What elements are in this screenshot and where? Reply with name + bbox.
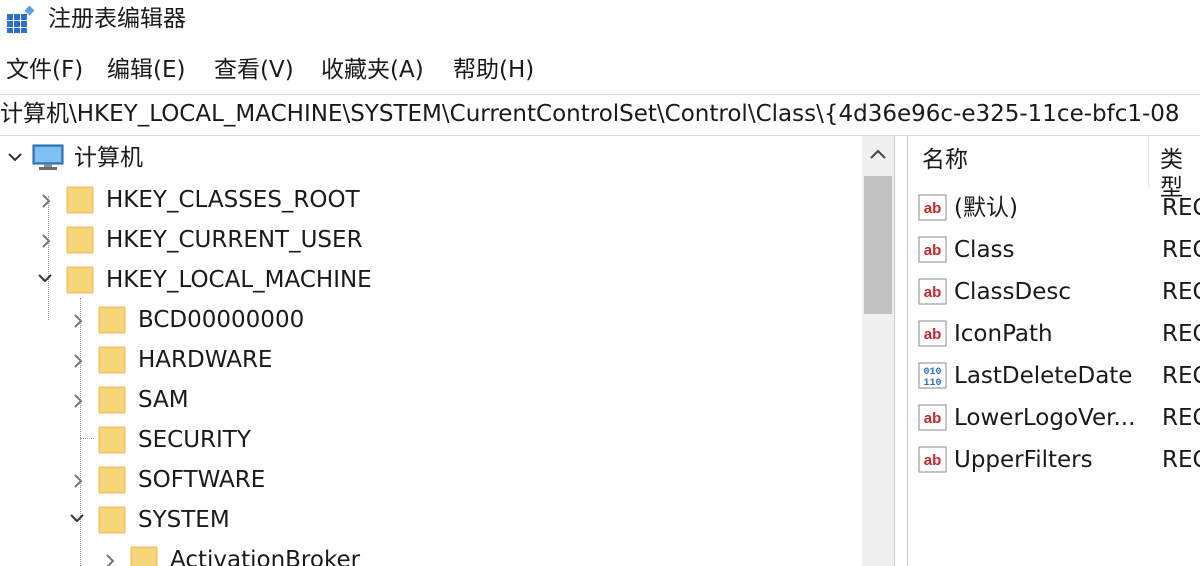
address-bar[interactable]: 计算机\HKEY_LOCAL_MACHINE\SYSTEM\CurrentCon…: [0, 94, 1200, 136]
chevron-right-icon[interactable]: [72, 354, 84, 368]
scroll-thumb[interactable]: [864, 176, 892, 314]
folder-icon: [130, 546, 158, 566]
menu-file[interactable]: 文件(F): [6, 56, 83, 84]
tree-label: HKEY_LOCAL_MACHINE: [106, 267, 372, 293]
string-value-icon: ab: [918, 278, 947, 305]
value-row[interactable]: ab ClassDesc REG: [908, 276, 1200, 316]
value-name: Class: [954, 237, 1015, 263]
chevron-down-icon[interactable]: [38, 272, 52, 284]
chevron-right-icon[interactable]: [72, 394, 84, 408]
menu-view[interactable]: 查看(V): [214, 56, 294, 84]
value-name: (默认): [954, 195, 1018, 221]
value-row[interactable]: ab (默认) REG: [908, 192, 1200, 232]
window-title: 注册表编辑器: [48, 6, 186, 32]
value-name: ClassDesc: [954, 279, 1071, 305]
tree-item-software[interactable]: SOFTWARE: [0, 460, 860, 500]
tree-item-system[interactable]: SYSTEM: [0, 500, 860, 540]
folder-icon: [98, 346, 126, 374]
value-type: REG: [1162, 279, 1200, 305]
svg-text:110: 110: [923, 378, 941, 389]
value-type: REG: [1162, 237, 1200, 263]
value-row[interactable]: ab LowerLogoVer... REG: [908, 402, 1200, 442]
value-row[interactable]: 010 110 LastDeleteDate REG: [908, 360, 1200, 400]
tree-item-hklm[interactable]: HKEY_LOCAL_MACHINE: [0, 260, 860, 300]
tree-root-computer[interactable]: 计算机: [0, 140, 860, 180]
folder-icon: [66, 186, 94, 214]
folder-icon: [98, 466, 126, 494]
tree-item-hkcr[interactable]: HKEY_CLASSES_ROOT: [0, 180, 860, 220]
tree-label: SYSTEM: [138, 507, 230, 533]
svg-text:ab: ab: [924, 284, 942, 301]
folder-icon: [98, 386, 126, 414]
tree-pane: 计算机 HKEY_CLASSES_ROOT HKEY_CURRENT_USER …: [0, 136, 862, 566]
chevron-up-icon: [870, 149, 886, 159]
svg-text:ab: ab: [924, 452, 942, 469]
computer-icon: [32, 144, 64, 170]
string-value-icon: ab: [918, 320, 947, 347]
value-type: REG: [1162, 195, 1200, 221]
scroll-up-button[interactable]: [862, 136, 894, 174]
value-name: LastDeleteDate: [954, 363, 1133, 389]
binary-value-icon: 010 110: [918, 362, 947, 389]
value-name: UpperFilters: [954, 447, 1093, 473]
tree-label: HARDWARE: [138, 347, 273, 373]
folder-icon: [98, 306, 126, 334]
tree-label: HKEY_CURRENT_USER: [106, 227, 363, 253]
tree-label: BCD00000000: [138, 307, 305, 333]
menu-edit[interactable]: 编辑(E): [107, 56, 185, 84]
folder-icon: [98, 506, 126, 534]
tree-item-sam[interactable]: SAM: [0, 380, 860, 420]
tree-scrollbar[interactable]: [862, 136, 894, 566]
menu-bar: 文件(F) 编辑(E) 查看(V) 收藏夹(A) 帮助(H): [0, 50, 1200, 90]
tree-item-hkcu[interactable]: HKEY_CURRENT_USER: [0, 220, 860, 260]
value-type: REG: [1162, 405, 1200, 431]
folder-icon: [98, 426, 126, 454]
chevron-right-icon[interactable]: [104, 554, 116, 566]
menu-favorites[interactable]: 收藏夹(A): [321, 56, 424, 84]
tree-label: SOFTWARE: [138, 467, 266, 493]
string-value-icon: ab: [918, 404, 947, 431]
tree-label: SAM: [138, 387, 189, 413]
chevron-down-icon[interactable]: [8, 151, 22, 163]
tree-label: HKEY_CLASSES_ROOT: [106, 187, 360, 213]
tree-item-bcd[interactable]: BCD00000000: [0, 300, 860, 340]
string-value-icon: ab: [918, 236, 947, 263]
address-path[interactable]: 计算机\HKEY_LOCAL_MACHINE\SYSTEM\CurrentCon…: [0, 99, 1180, 129]
folder-icon: [66, 226, 94, 254]
chevron-right-icon[interactable]: [72, 314, 84, 328]
tree-item-activationbroker[interactable]: ActivationBroker: [0, 540, 860, 566]
value-type: REG: [1162, 363, 1200, 389]
chevron-right-icon[interactable]: [40, 234, 52, 248]
folder-icon: [66, 266, 94, 294]
tree-item-hardware[interactable]: HARDWARE: [0, 340, 860, 380]
svg-text:010: 010: [923, 367, 941, 378]
tree-item-security[interactable]: SECURITY: [0, 420, 860, 460]
svg-text:ab: ab: [924, 326, 942, 343]
pane-splitter[interactable]: [894, 136, 908, 566]
chevron-right-icon[interactable]: [40, 194, 52, 208]
string-value-icon: ab: [918, 446, 947, 473]
tree-label: ActivationBroker: [170, 547, 361, 566]
tree-label: 计算机: [74, 145, 143, 171]
value-type: REG: [1162, 447, 1200, 473]
title-bar: 注册表编辑器: [0, 0, 1200, 40]
chevron-down-icon[interactable]: [70, 512, 84, 524]
chevron-right-icon[interactable]: [72, 474, 84, 488]
string-value-icon: ab: [918, 194, 947, 221]
values-list-pane: 名称 类型 ab (默认) REG ab Class REG ab ClassD…: [908, 136, 1200, 566]
regedit-app-icon: [7, 6, 35, 33]
value-name: LowerLogoVer...: [954, 405, 1136, 431]
value-type: REG: [1162, 321, 1200, 347]
tree-label: SECURITY: [138, 427, 251, 453]
value-name: IconPath: [954, 321, 1053, 347]
column-header-name[interactable]: 名称: [922, 146, 968, 174]
value-row[interactable]: ab UpperFilters REG: [908, 444, 1200, 484]
svg-text:ab: ab: [924, 410, 942, 427]
value-row[interactable]: ab IconPath REG: [908, 318, 1200, 358]
value-row[interactable]: ab Class REG: [908, 234, 1200, 274]
svg-text:ab: ab: [924, 200, 942, 217]
menu-help[interactable]: 帮助(H): [453, 56, 534, 84]
svg-text:ab: ab: [924, 242, 942, 259]
column-separator[interactable]: [1148, 136, 1149, 188]
